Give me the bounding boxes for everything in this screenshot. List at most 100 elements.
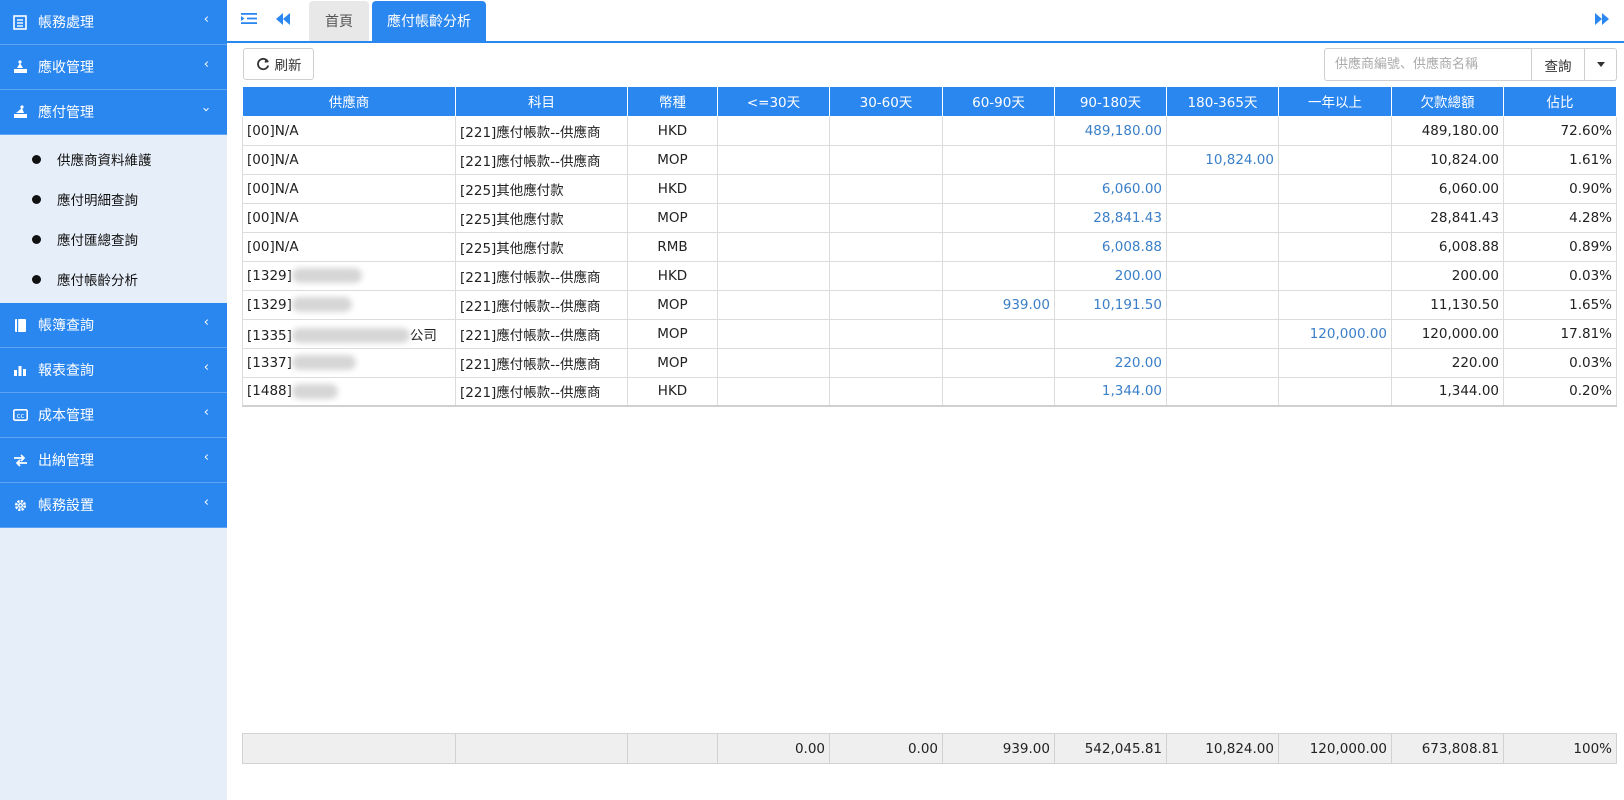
table-row[interactable]: [00]N/A [225]其他應付款 HKD 6,060.00 6,060.00… bbox=[242, 173, 1617, 204]
cell-90-180-days[interactable] bbox=[1054, 318, 1167, 349]
cell-90-180-days[interactable]: 220.00 bbox=[1054, 347, 1167, 378]
cell-90-180-days[interactable]: 200.00 bbox=[1054, 260, 1167, 291]
column-header-total-owed[interactable]: 欠款總額 bbox=[1391, 87, 1504, 117]
search-input[interactable] bbox=[1324, 48, 1531, 81]
cell-180-365-days[interactable] bbox=[1166, 173, 1279, 204]
column-header-30-60-days[interactable]: 30-60天 bbox=[829, 87, 943, 117]
column-header-supplier[interactable]: 供應商 bbox=[242, 87, 456, 117]
tab-home[interactable]: 首頁 bbox=[309, 1, 369, 41]
tab-payable-aging[interactable]: 應付帳齡分析 bbox=[372, 1, 486, 41]
table-row[interactable]: [1335] 公司 [221]應付帳款--供應商 MOP 120,000.00 1… bbox=[242, 318, 1617, 349]
redacted-name bbox=[291, 297, 352, 312]
cell-currency: MOP bbox=[627, 289, 718, 320]
cell-60-90-days[interactable]: 939.00 bbox=[942, 289, 1055, 320]
cell-60-90-days[interactable] bbox=[942, 115, 1055, 146]
cell-180-365-days[interactable]: 10,824.00 bbox=[1166, 144, 1279, 175]
cell-60-90-days[interactable] bbox=[942, 144, 1055, 175]
cell-30-60-days bbox=[829, 231, 943, 262]
menu-item-payable[interactable]: 應付管理 ‹ bbox=[0, 90, 227, 135]
cell-60-90-days[interactable] bbox=[942, 202, 1055, 233]
column-header-ratio[interactable]: 佔比 bbox=[1503, 87, 1617, 117]
redacted-name bbox=[291, 328, 410, 343]
table-row[interactable]: [00]N/A [225]其他應付款 MOP 28,841.43 28,841.… bbox=[242, 202, 1617, 233]
cell-over-1-year[interactable] bbox=[1278, 144, 1392, 175]
refresh-button[interactable]: 刷新 bbox=[243, 48, 314, 80]
menu-item-books[interactable]: 帳簿查詢 ‹ bbox=[0, 303, 227, 348]
cell-60-90-days[interactable] bbox=[942, 347, 1055, 378]
cell-60-90-days[interactable] bbox=[942, 173, 1055, 204]
cell-180-365-days[interactable] bbox=[1166, 318, 1279, 349]
cell-over-1-year[interactable] bbox=[1278, 231, 1392, 262]
gear-icon bbox=[12, 497, 28, 513]
menu-item-settings[interactable]: 帳務設置 ‹ bbox=[0, 483, 227, 528]
chevron-left-icon: ‹ bbox=[203, 450, 209, 465]
search-button[interactable]: 查詢 bbox=[1531, 48, 1585, 81]
cell-total: 120,000.00 bbox=[1391, 318, 1504, 349]
column-header-account[interactable]: 科目 bbox=[455, 87, 628, 117]
cell-over-1-year[interactable] bbox=[1278, 347, 1392, 378]
bullet-icon bbox=[32, 274, 41, 284]
cell-90-180-days[interactable]: 10,191.50 bbox=[1054, 289, 1167, 320]
column-header-60-90-days[interactable]: 60-90天 bbox=[942, 87, 1055, 117]
cell-over-1-year[interactable] bbox=[1278, 202, 1392, 233]
cell-currency: MOP bbox=[627, 202, 718, 233]
table-row[interactable]: [1337] [221]應付帳款--供應商 MOP 220.00 220.00 … bbox=[242, 347, 1617, 378]
cell-over-1-year[interactable]: 120,000.00 bbox=[1278, 318, 1392, 349]
cell-90-180-days[interactable]: 6,008.88 bbox=[1054, 231, 1167, 262]
cell-180-365-days[interactable] bbox=[1166, 115, 1279, 146]
sidebar-item-payable-aging[interactable]: 應付帳齡分析 bbox=[0, 259, 227, 299]
cell-90-180-days[interactable]: 489,180.00 bbox=[1054, 115, 1167, 146]
menu-item-cost[interactable]: cc 成本管理 ‹ bbox=[0, 393, 227, 438]
cell-over-1-year[interactable] bbox=[1278, 115, 1392, 146]
search-options-dropdown[interactable] bbox=[1585, 48, 1617, 81]
cell-over-1-year[interactable] bbox=[1278, 376, 1392, 407]
cell-180-365-days[interactable] bbox=[1166, 289, 1279, 320]
cell-over-1-year[interactable] bbox=[1278, 173, 1392, 204]
table-row[interactable]: [00]N/A [225]其他應付款 RMB 6,008.88 6,008.88… bbox=[242, 231, 1617, 262]
cell-supplier: [1488] bbox=[242, 376, 456, 407]
table-row[interactable]: [1488] [221]應付帳款--供應商 HKD 1,344.00 1,344… bbox=[242, 376, 1617, 407]
table-row[interactable]: [00]N/A [221]應付帳款--供應商 HKD 489,180.00 48… bbox=[242, 115, 1617, 146]
column-header-over-1-year[interactable]: 一年以上 bbox=[1278, 87, 1392, 117]
cell-ratio: 1.65% bbox=[1503, 289, 1617, 320]
scroll-tabs-left-button[interactable] bbox=[267, 0, 299, 41]
cell-account: [221]應付帳款--供應商 bbox=[455, 260, 628, 291]
cell-ratio: 72.60% bbox=[1503, 115, 1617, 146]
table-row[interactable]: [1329] [221]應付帳款--供應商 HKD 200.00 200.00 … bbox=[242, 260, 1617, 291]
scroll-tabs-right-button[interactable] bbox=[1586, 0, 1618, 41]
cell-180-365-days[interactable] bbox=[1166, 260, 1279, 291]
toggle-sidebar-button[interactable] bbox=[233, 0, 265, 41]
cell-180-365-days[interactable] bbox=[1166, 202, 1279, 233]
sidebar-item-payable-detail[interactable]: 應付明細查詢 bbox=[0, 179, 227, 219]
cell-90-180-days[interactable]: 28,841.43 bbox=[1054, 202, 1167, 233]
table-row[interactable]: [00]N/A [221]應付帳款--供應商 MOP 10,824.00 10,… bbox=[242, 144, 1617, 175]
total-180-365-days: 10,824.00 bbox=[1166, 733, 1279, 764]
cell-60-90-days[interactable] bbox=[942, 260, 1055, 291]
table-row[interactable]: [1329] [221]應付帳款--供應商 MOP 939.00 10,191.… bbox=[242, 289, 1617, 320]
sidebar-item-supplier-maintenance[interactable]: 供應商資料維護 bbox=[0, 139, 227, 179]
menu-item-cashier[interactable]: 出納管理 ‹ bbox=[0, 438, 227, 483]
cell-60-90-days[interactable] bbox=[942, 318, 1055, 349]
cell-90-180-days[interactable] bbox=[1054, 144, 1167, 175]
menu-item-ledger[interactable]: 帳務處理 ‹ bbox=[0, 0, 227, 45]
cell-90-180-days[interactable]: 1,344.00 bbox=[1054, 376, 1167, 407]
cell-180-365-days[interactable] bbox=[1166, 376, 1279, 407]
menu-item-reports[interactable]: 報表查詢 ‹ bbox=[0, 348, 227, 393]
sidebar-item-payable-summary[interactable]: 應付匯總查詢 bbox=[0, 219, 227, 259]
cell-180-365-days[interactable] bbox=[1166, 231, 1279, 262]
menu-label: 應付管理 bbox=[38, 105, 94, 121]
cell-0-30-days bbox=[717, 173, 830, 204]
menu-item-receivable[interactable]: 應收管理 ‹ bbox=[0, 45, 227, 90]
column-header-180-365-days[interactable]: 180-365天 bbox=[1166, 87, 1279, 117]
cell-60-90-days[interactable] bbox=[942, 231, 1055, 262]
cell-180-365-days[interactable] bbox=[1166, 347, 1279, 378]
column-header-0-30-days[interactable]: <=30天 bbox=[717, 87, 830, 117]
column-header-currency[interactable]: 幣種 bbox=[627, 87, 718, 117]
cell-60-90-days[interactable] bbox=[942, 376, 1055, 407]
cell-90-180-days[interactable]: 6,060.00 bbox=[1054, 173, 1167, 204]
column-header-90-180-days[interactable]: 90-180天 bbox=[1054, 87, 1167, 117]
total-cell-empty bbox=[455, 733, 628, 764]
cell-currency: HKD bbox=[627, 115, 718, 146]
cell-over-1-year[interactable] bbox=[1278, 289, 1392, 320]
cell-over-1-year[interactable] bbox=[1278, 260, 1392, 291]
